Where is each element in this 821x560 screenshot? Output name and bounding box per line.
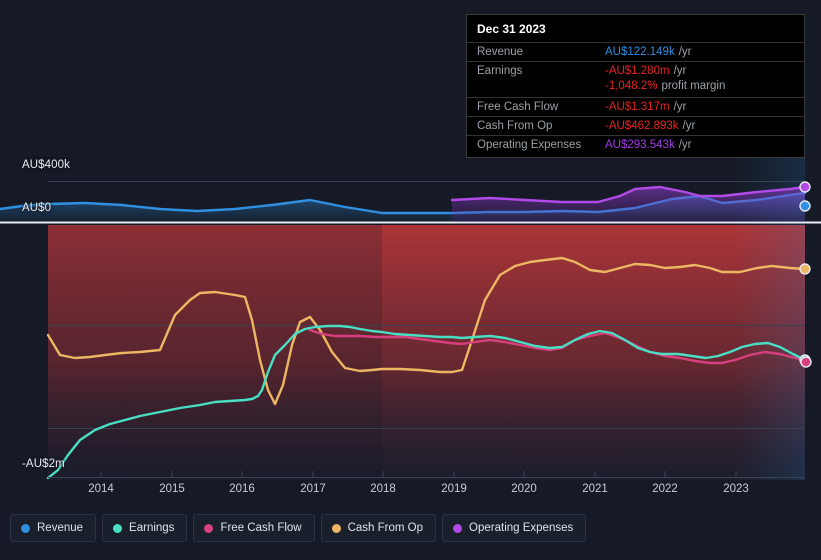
tooltip-row-value: AU$122.149k/yr [605,46,692,58]
tooltip-date: Dec 31 2023 [477,22,546,36]
financials-chart-page: AU$400k AU$0 -AU$2m 2014 2015 2016 2017 … [0,0,821,560]
tooltip-row-label: Operating Expenses [477,139,582,151]
loss-shaded-region [48,225,805,480]
tooltip-rows: Revenue AU$122.149k/yr Earnings -AU$1.280m /… [467,42,804,154]
legend-item-operating-expenses[interactable]: Operating Expenses [442,514,587,542]
tooltip-row-unit: /yr [673,101,687,113]
tooltip-row-label: Revenue [477,46,524,58]
legend-color-dot-icon [21,523,30,533]
legend-item-label: Revenue [37,522,84,534]
legend-item-earnings[interactable]: Earnings [102,514,188,542]
x-axis-label-2017: 2017 [300,483,326,495]
y-axis-label-top: AU$400k [22,159,71,171]
legend-color-dot-icon [453,523,463,533]
tooltip-row: Free Cash Flow -AU$1.317m/yr [467,97,804,116]
y-axis-label-bottom: -AU$2m [22,458,65,470]
legend-color-dot-icon [204,523,214,533]
tooltip-row: Earnings -AU$1.280m/yr [467,61,804,80]
tooltip-row-value: -AU$1.317m/yr [605,101,687,113]
tooltip-row-label: Earnings [477,65,523,77]
tooltip-row-unit: /yr [673,65,687,77]
tooltip-row: Operating Expenses AU$293.543k/yr [467,135,804,154]
tooltip-row-label: Free Cash Flow [477,101,559,113]
tooltip-row: Revenue AU$122.149k/yr [467,42,804,61]
x-axis-label-2019: 2019 [441,483,467,495]
chart-legend[interactable]: Revenue Earnings Free Cash Flow Cash From O… [10,514,587,542]
x-axis-label-2015: 2015 [159,483,185,495]
chart-tooltip: Dec 31 2023 Revenue AU$122.149k/yr Earning… [466,14,805,158]
x-axis-label-2016: 2016 [229,483,255,495]
x-axis-label-2023: 2023 [723,483,749,495]
y-axis-label-zero: AU$0 [22,202,52,214]
tooltip-row: Cash From Op -AU$462.893k/yr [467,116,804,135]
legend-item-revenue[interactable]: Revenue [10,514,97,542]
x-axis-label-2018: 2018 [370,483,396,495]
legend-color-dot-icon [113,523,123,533]
x-axis-label-2014: 2014 [88,483,114,495]
legend-color-dot-icon [331,523,341,533]
legend-item-label: Free Cash Flow [220,522,302,534]
tooltip-row-value: -1,048.2% profit margin [605,80,726,92]
tooltip-row: -1,048.2% profit margin [467,80,804,97]
legend-item-label: Cash From Op [347,522,424,534]
tooltip-row-unit: /yr [682,120,696,132]
tooltip-row-value: -AU$462.893k/yr [605,120,696,132]
tooltip-row-unit: /yr [678,46,692,58]
legend-item-label: Earnings [129,522,175,534]
legend-item-label: Operating Expenses [469,522,574,534]
tooltip-row-unit: /yr [678,139,692,151]
tooltip-row-unit: profit margin [661,80,726,92]
x-axis-label-2022: 2022 [652,483,678,495]
x-axis-label-2021: 2021 [582,483,608,495]
legend-item-free-cash-flow[interactable]: Free Cash Flow [193,514,315,542]
tooltip-row-value: AU$293.543k/yr [605,139,692,151]
legend-item-cash-from-op[interactable]: Cash From Op [320,514,437,542]
tooltip-row-value: -AU$1.280m/yr [605,65,687,77]
tooltip-row-label: Cash From Op [477,120,553,132]
x-axis-label-2020: 2020 [511,483,537,495]
